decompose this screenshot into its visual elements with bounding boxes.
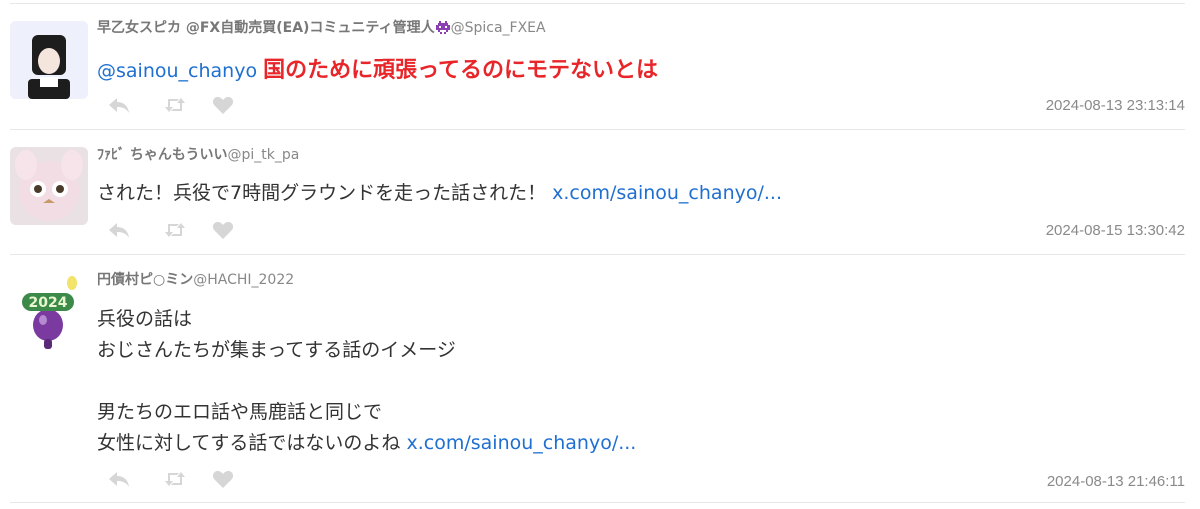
avatar[interactable] <box>10 147 88 225</box>
display-name[interactable]: 円債村ピ○ミン <box>97 272 193 288</box>
tweet-body: された！兵役で7時間グラウンドを走った話された！ <box>97 182 547 204</box>
tweet-header: 早乙女スピカ @FX自動売買(EA)コミュニティ管理人 @Spica_FXEA <box>97 18 546 38</box>
tweet-link[interactable]: x.com/sainou_chanyo/... <box>406 432 636 454</box>
svg-text:2024: 2024 <box>29 295 68 311</box>
mention-link[interactable]: @sainou_chanyo <box>97 60 257 82</box>
tweet-text: された！兵役で7時間グラウンドを走った話された！ x.com/sainou_ch… <box>97 178 782 209</box>
timestamp[interactable]: 2024-08-15 13:30:42 <box>1046 222 1185 239</box>
tweet-feed: 早乙女スピカ @FX自動売買(EA)コミュニティ管理人 @Spica_FXEA @… <box>0 0 1200 509</box>
tweet-line: 男たちのエロ話や馬鹿話と同じで <box>97 401 383 423</box>
like-icon[interactable] <box>212 220 234 240</box>
tweet-header: 円債村ピ○ミン@HACHI_2022 <box>97 270 294 290</box>
tweet-text: @sainou_chanyo 国のために頑張ってるのにモテないとは <box>97 55 658 87</box>
display-name[interactable]: 早乙女スピカ @FX自動売買(EA)コミュニティ管理人 <box>97 20 435 36</box>
tweet-line <box>97 366 636 397</box>
space-invader-icon <box>435 20 450 40</box>
like-icon[interactable] <box>212 95 234 115</box>
timestamp[interactable]: 2024-08-13 21:46:11 <box>1047 473 1185 490</box>
retweet-icon[interactable] <box>164 220 186 240</box>
tweet-line: おじさんたちが集まってする話のイメージ <box>97 339 456 361</box>
tweet-line: 女性に対してする話ではないのよね <box>97 432 401 454</box>
divider <box>10 502 1185 503</box>
reply-icon[interactable] <box>108 95 130 115</box>
reply-icon[interactable] <box>108 469 130 489</box>
user-handle[interactable]: @HACHI_2022 <box>193 272 294 288</box>
avatar[interactable]: 2024 <box>10 273 88 351</box>
tweet-text: 兵役の話は おじさんたちが集まってする話のイメージ 男たちのエロ話や馬鹿話と同じ… <box>97 304 636 459</box>
divider <box>10 254 1185 255</box>
tweet-link[interactable]: x.com/sainou_chanyo/... <box>552 182 782 204</box>
avatar[interactable] <box>10 21 88 99</box>
display-name[interactable]: ﾌｧﾋﾞ ちゃんもういい <box>97 147 227 163</box>
tweet-line: 兵役の話は <box>97 308 193 330</box>
user-handle[interactable]: @Spica_FXEA <box>451 20 546 36</box>
timestamp[interactable]: 2024-08-13 23:13:14 <box>1046 97 1185 114</box>
like-icon[interactable] <box>212 469 234 489</box>
tweet-body: 国のために頑張ってるのにモテないとは <box>263 58 659 83</box>
tweet-line-last: 女性に対してする話ではないのよね x.com/sainou_chanyo/... <box>97 428 636 459</box>
retweet-icon[interactable] <box>164 469 186 489</box>
divider <box>10 3 1185 4</box>
user-handle[interactable]: @pi_tk_pa <box>227 147 299 163</box>
reply-icon[interactable] <box>108 220 130 240</box>
retweet-icon[interactable] <box>164 95 186 115</box>
divider <box>10 129 1185 130</box>
tweet-header: ﾌｧﾋﾞ ちゃんもういい@pi_tk_pa <box>97 145 299 165</box>
